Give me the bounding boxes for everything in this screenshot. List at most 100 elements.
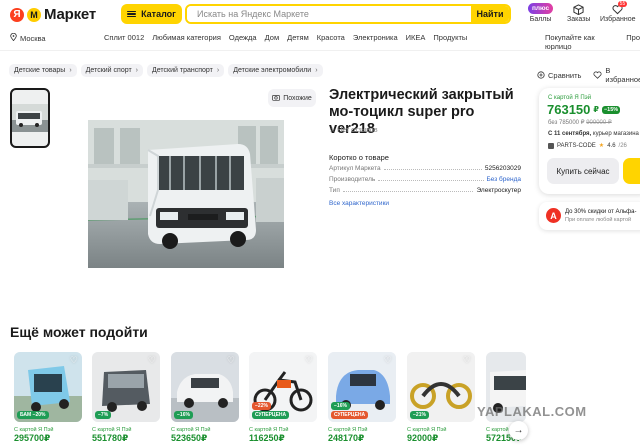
plus-badge: плюс xyxy=(528,3,554,14)
chevron-right-icon: › xyxy=(315,67,318,74)
heart-icon[interactable]: ♡ xyxy=(148,355,156,366)
alfa-promo-subtitle: При оплате любой картой xyxy=(565,217,632,223)
yandex-logo-icon: Я xyxy=(10,7,24,22)
discount-badge: −15% xyxy=(601,105,621,114)
nav-link-products[interactable]: Продукты xyxy=(433,33,467,42)
delivery-info: С 11 сентября, курьер магазина xyxy=(548,131,639,137)
similar-button[interactable]: Похожие xyxy=(268,89,316,107)
nav-link-ikea[interactable]: ИКЕА xyxy=(406,33,426,42)
shop-logo-icon xyxy=(548,142,554,149)
card-price: 523650₽ xyxy=(171,433,239,443)
add-favorite-button[interactable]: В избранное xyxy=(593,66,640,84)
search-input[interactable] xyxy=(187,6,471,22)
heart-icon xyxy=(593,71,602,79)
chevron-right-icon: › xyxy=(135,67,139,74)
nav-link-clothes[interactable]: Одежда xyxy=(229,33,257,42)
buy-now-button[interactable]: Купить сейчас xyxy=(547,158,619,184)
nav-link-electronics[interactable]: Электроника xyxy=(353,33,398,42)
product-card[interactable]: ♡ −16% СУПЕРЦЕНА С картой Я Пэй 248170₽ xyxy=(328,352,396,445)
spec-dots xyxy=(383,169,482,170)
alfa-promo[interactable]: А До 30% скидки от Альфа- При оплате люб… xyxy=(539,202,640,230)
heart-icon[interactable]: ♡ xyxy=(70,355,78,366)
breadcrumb-item[interactable]: Детские товары › xyxy=(9,64,77,77)
product-card[interactable]: ♡ −21% С картой Я Пэй 92000₽ xyxy=(407,352,475,445)
nav-link-business[interactable]: Покупайте как юрлицо xyxy=(545,33,617,51)
price-value: 763150 xyxy=(547,102,591,117)
card-image: ♡ −16% СУПЕРЦЕНА xyxy=(328,352,396,422)
favorites-count-badge: 55 xyxy=(617,1,628,7)
nav-link-kids[interactable]: Детям xyxy=(287,33,309,42)
strike-price: 900000 ₽ xyxy=(586,120,612,126)
nav-link-split[interactable]: Сплит 0012 xyxy=(104,33,144,42)
nav-link-beauty[interactable]: Красота xyxy=(317,33,345,42)
card-price: 116250₽ xyxy=(249,433,317,443)
top-header: Я М Маркет Каталог Найти плюс Баллы Зака… xyxy=(0,0,640,28)
add-to-cart-button[interactable] xyxy=(623,158,640,184)
price-value: 92000 xyxy=(407,433,433,443)
orders-link[interactable]: Заказы xyxy=(567,3,590,23)
product-main-image[interactable] xyxy=(88,120,284,268)
location-selector[interactable]: Москва xyxy=(10,32,46,43)
shop-reviews: /26 xyxy=(618,142,627,149)
old-price-value: 785000 ₽ xyxy=(559,120,585,126)
menu-icon xyxy=(127,10,137,18)
compare-button[interactable]: Сравнить xyxy=(537,66,581,84)
card-image: ♡ БАМ −20% xyxy=(14,352,82,422)
product-card[interactable]: ♡ −16% С картой Я Пэй 523650₽ xyxy=(171,352,239,445)
favorites-link[interactable]: 55 Избранное xyxy=(600,1,635,23)
current-price: 763150 ₽ −15% xyxy=(547,102,621,117)
market-logo[interactable]: Я М Маркет xyxy=(10,6,96,23)
heart-icon[interactable]: ♡ xyxy=(305,355,313,366)
search-bar: Найти xyxy=(185,4,511,24)
nav-link-pro[interactable]: Про xyxy=(626,33,640,51)
shop-name: PARTS-CODE xyxy=(557,142,596,149)
reviews-link[interactable]: ☆ Нет отзывов xyxy=(329,126,378,134)
about-heading: Коротко о товаре xyxy=(329,153,389,162)
breadcrumb-item[interactable]: Детский транспорт › xyxy=(147,64,225,77)
breadcrumb-item[interactable]: Детский спорт › xyxy=(80,64,144,77)
nav-link-favorite-category[interactable]: Любимая категория xyxy=(152,33,221,42)
orders-box-icon xyxy=(573,3,584,16)
market-logo-icon: М xyxy=(27,7,41,22)
shop-info[interactable]: PARTS-CODE ★ 4.6 /26 xyxy=(548,142,627,149)
nav-links: Сплит 0012 Любимая категория Одежда Дом … xyxy=(104,33,467,42)
card-image: ♡ −21% xyxy=(407,352,475,422)
breadcrumb-label: Детский спорт xyxy=(85,67,132,74)
price-currency: ₽ xyxy=(44,433,51,443)
all-specs-link[interactable]: Все характеристики xyxy=(329,200,389,207)
heart-icon[interactable]: ♡ xyxy=(227,355,235,366)
alfa-promo-title: До 30% скидки от Альфа- xyxy=(565,209,637,215)
nav-right: Покупайте как юрлицо Про xyxy=(545,33,640,51)
spec-row: Производитель Без бренда xyxy=(329,176,521,183)
spec-dots xyxy=(378,180,484,181)
price-currency: ₽ xyxy=(593,105,599,114)
breadcrumb-label: Детские электромобили xyxy=(233,67,312,74)
heart-icon[interactable]: ♡ xyxy=(463,355,471,366)
product-card[interactable]: ♡ −22% СУПЕРЦЕНА С картой Я Пэй 116250₽ xyxy=(249,352,317,445)
brand-link[interactable]: Без бренда xyxy=(487,176,521,183)
old-price: без 785000 ₽ 900000 ₽ xyxy=(548,119,612,126)
carousel-next-button[interactable]: → xyxy=(509,421,528,440)
price-currency: ₽ xyxy=(358,433,365,443)
breadcrumb-item[interactable]: Детские электромобили › xyxy=(228,64,323,77)
gallery-thumbnail[interactable] xyxy=(10,88,50,148)
spec-value: Электроскутер xyxy=(476,187,521,194)
product-card[interactable]: ♡ БАМ −20% С картой Я Пэй 295700₽ xyxy=(14,352,82,445)
price-currency: ₽ xyxy=(122,433,129,443)
orders-label: Заказы xyxy=(567,16,591,23)
search-button[interactable]: Найти xyxy=(471,6,509,22)
reviews-label: Нет отзывов xyxy=(337,127,378,134)
heart-icon[interactable]: ♡ xyxy=(384,355,392,366)
card-price: 248170₽ xyxy=(328,433,396,443)
nav-link-home[interactable]: Дом xyxy=(265,33,280,42)
card-image: ♡ −22% СУПЕРЦЕНА xyxy=(249,352,317,422)
superprice-badge: СУПЕРЦЕНА xyxy=(331,411,369,419)
plus-points[interactable]: плюс Баллы xyxy=(528,3,554,23)
catalog-button[interactable]: Каталог xyxy=(121,4,182,24)
product-card[interactable]: ♡ −7% С картой Я Пэй 551780₽ xyxy=(92,352,160,445)
compare-label: Сравнить xyxy=(548,70,582,80)
compare-icon xyxy=(537,71,545,79)
price-card: С картой Я Пэй 763150 ₽ −15% без 785000 ₽… xyxy=(539,88,640,194)
spec-key: Тип xyxy=(329,187,340,194)
price-currency: ₽ xyxy=(432,433,439,443)
